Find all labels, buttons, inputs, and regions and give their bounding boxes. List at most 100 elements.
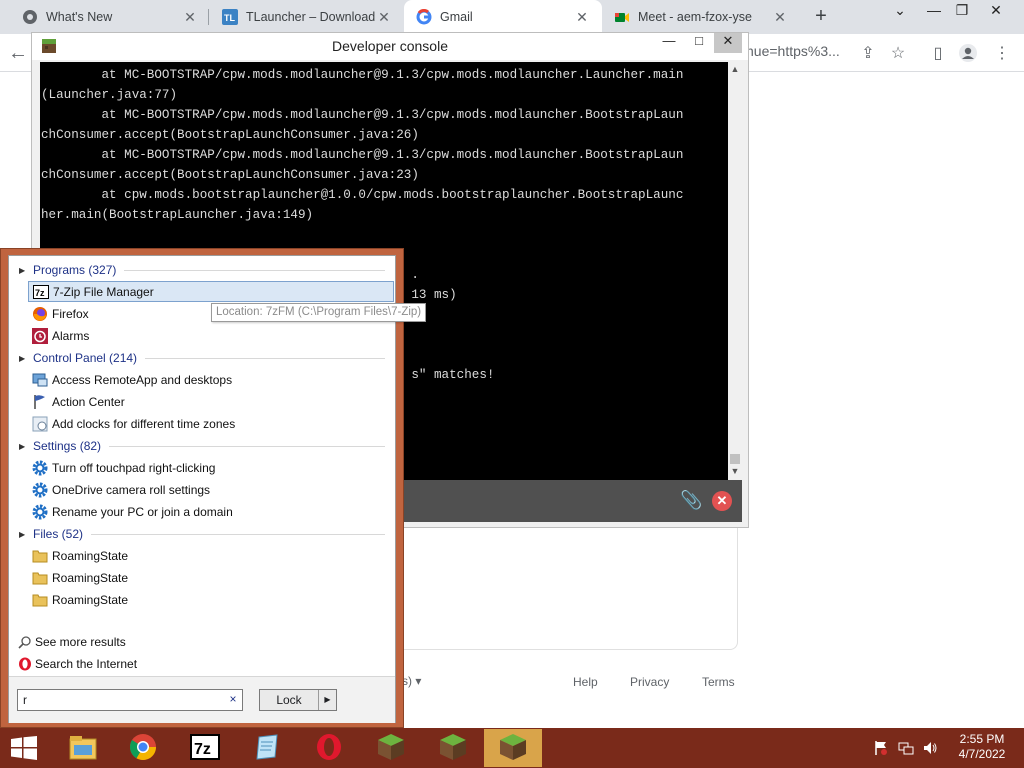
start-search-input[interactable]: r × (17, 689, 243, 711)
tab-title: Meet - aem-fzox-yse (638, 10, 752, 24)
browser-tab-strip: What's New ✕ TL TLauncher – Download M ✕… (0, 0, 1024, 34)
section-programs[interactable]: ▶ Programs (327) (9, 260, 395, 280)
clear-console-icon[interactable]: ✕ (712, 491, 732, 511)
svg-text:7z: 7z (194, 741, 211, 758)
taskbar-opera[interactable] (300, 729, 358, 767)
section-divider (145, 357, 385, 359)
result-roamingstate-1[interactable]: RoamingState (28, 545, 394, 566)
language-selector[interactable]: s) ▾ (402, 674, 421, 688)
console-scrollbar[interactable]: ▲ ▼ (728, 62, 742, 480)
folder-icon (32, 570, 48, 586)
taskbar-clock[interactable]: 2:55 PM 4/7/2022 (950, 732, 1014, 762)
close-tab-icon[interactable]: ✕ (182, 9, 198, 26)
tab-whats-new[interactable]: What's New ✕ (10, 0, 210, 34)
result-add-clocks[interactable]: Add clocks for different time zones (28, 413, 394, 434)
lock-label: Lock (276, 693, 302, 707)
section-label: Files (52) (33, 527, 84, 541)
result-rename-pc[interactable]: Rename your PC or join a domain (28, 501, 394, 522)
taskbar-chrome[interactable] (114, 729, 172, 767)
result-roamingstate-2[interactable]: RoamingState (28, 567, 394, 588)
close-tab-icon[interactable]: ✕ (772, 9, 788, 26)
privacy-link[interactable]: Privacy (630, 675, 669, 689)
lock-button[interactable]: Lock ▶ (259, 689, 337, 711)
close-window-button[interactable]: ✕ (982, 2, 1010, 22)
volume-icon[interactable] (922, 740, 938, 759)
new-tab-button[interactable]: + (810, 6, 832, 27)
taskbar-minecraft-3[interactable] (484, 729, 542, 767)
search-internet-link[interactable]: Search the Internet (17, 654, 137, 674)
tab-search-chevron-icon[interactable]: ⌄ (886, 2, 914, 22)
result-7zip-file-manager[interactable]: 7z 7-Zip File Manager (28, 281, 394, 302)
taskbar-7zip[interactable]: 7z (176, 729, 234, 767)
windows-taskbar: 7z 2:55 PM 4/7/2022 (0, 728, 1024, 768)
windows-start-icon[interactable] (10, 736, 38, 760)
7zip-icon: 7z (33, 284, 49, 300)
location-tooltip: Location: 7zFM (C:\Program Files\7-Zip) (211, 303, 427, 322)
console-maximize-button[interactable]: □ (684, 33, 714, 53)
tab-meet[interactable]: Meet - aem-fzox-yse ✕ (602, 0, 800, 34)
section-control-panel[interactable]: ▶ Control Panel (214) (9, 348, 395, 368)
clock-grid-icon (32, 416, 48, 432)
bookmark-star-icon[interactable]: ☆ (888, 43, 908, 63)
back-arrow-icon[interactable]: ← (8, 42, 28, 65)
result-alarms[interactable]: Alarms (28, 325, 394, 346)
close-tab-icon[interactable]: ✕ (376, 9, 392, 26)
gear-icon (32, 482, 48, 498)
expand-triangle-icon: ▶ (19, 265, 26, 275)
tab-title: TLauncher – Download M (246, 10, 376, 24)
scrollbar-thumb[interactable] (730, 454, 740, 464)
result-label: Access RemoteApp and desktops (52, 372, 233, 387)
taskbar-notepad[interactable] (238, 729, 296, 767)
share-icon[interactable]: ⇪ (858, 43, 878, 63)
result-action-center[interactable]: Action Center (28, 391, 394, 412)
search-bar-area: r × Lock ▶ (9, 677, 395, 723)
tab-gmail[interactable]: Gmail ✕ (404, 0, 602, 34)
result-label: Action Center (52, 394, 125, 409)
expand-triangle-icon: ▶ (19, 353, 26, 363)
remote-desktop-icon (32, 372, 48, 388)
side-panel-icon[interactable]: ▯ (928, 43, 948, 63)
terms-link[interactable]: Terms (702, 675, 735, 689)
console-close-button[interactable]: ✕ (714, 33, 742, 53)
power-options-arrow-icon[interactable]: ▶ (318, 690, 336, 710)
tab-title: Gmail (440, 10, 473, 24)
kebab-menu-icon[interactable]: ⋮ (992, 43, 1012, 63)
close-tab-icon[interactable]: ✕ (574, 9, 590, 26)
console-title-bar[interactable]: Developer console — □ ✕ (32, 33, 748, 60)
clear-search-icon[interactable]: × (225, 692, 241, 708)
tab-tlauncher[interactable]: TL TLauncher – Download M ✕ (210, 0, 404, 34)
console-minimize-button[interactable]: — (654, 33, 684, 53)
result-roamingstate-3[interactable]: RoamingState (28, 589, 394, 610)
help-link[interactable]: Help (573, 675, 598, 689)
see-more-results-link[interactable]: See more results (17, 632, 126, 652)
console-title: Developer console (332, 38, 448, 54)
folder-icon (32, 548, 48, 564)
section-files[interactable]: ▶ Files (52) (9, 524, 395, 544)
dropdown-caret-icon: ▾ (415, 674, 422, 688)
network-icon[interactable] (898, 740, 914, 759)
tab-title: What's New (46, 10, 113, 24)
minimize-button[interactable]: — (920, 2, 948, 22)
result-label: 7-Zip File Manager (53, 284, 154, 299)
restore-button[interactable]: ❐ (948, 2, 976, 22)
notepad-icon (253, 733, 281, 764)
folder-icon (32, 592, 48, 608)
scroll-down-icon[interactable]: ▼ (728, 466, 742, 480)
taskbar-file-explorer[interactable] (54, 729, 112, 767)
taskbar-minecraft-2[interactable] (424, 729, 482, 767)
action-center-flag-icon[interactable] (874, 740, 888, 759)
opera-icon (315, 732, 343, 765)
tlauncher-icon: TL (222, 9, 238, 25)
section-label: Control Panel (214) (33, 351, 138, 365)
profile-avatar-icon[interactable] (958, 43, 978, 63)
address-bar-url[interactable]: nue=https%3... (746, 43, 840, 59)
result-onedrive-camera-roll[interactable]: OneDrive camera roll settings (28, 479, 394, 500)
taskbar-minecraft-1[interactable] (362, 729, 420, 767)
result-touchpad-right-click[interactable]: Turn off touchpad right-clicking (28, 457, 394, 478)
opera-icon (17, 656, 33, 672)
paperclip-icon[interactable]: 📎 (680, 490, 702, 512)
result-access-remoteapp[interactable]: Access RemoteApp and desktops (28, 369, 394, 390)
search-query-text: r (23, 693, 27, 707)
scroll-up-icon[interactable]: ▲ (728, 64, 742, 78)
section-settings[interactable]: ▶ Settings (82) (9, 436, 395, 456)
